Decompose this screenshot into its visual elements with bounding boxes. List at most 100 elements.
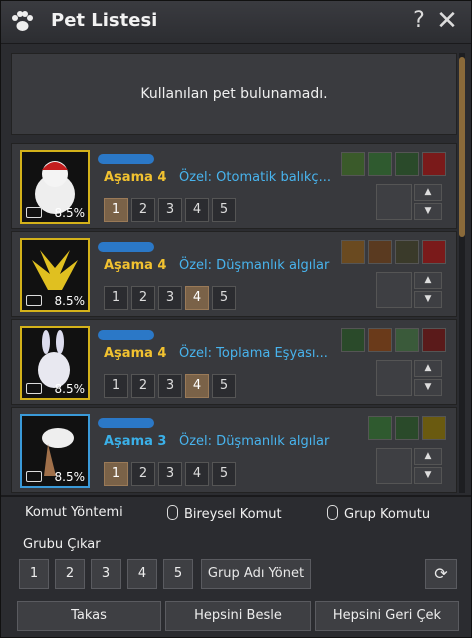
pet-special: Özel: Düşmanlık algılar	[179, 258, 330, 273]
slot-button[interactable]: 5	[212, 462, 236, 486]
refresh-button[interactable]: ⟳	[425, 559, 457, 589]
slot-button[interactable]: 4	[185, 374, 209, 398]
group-button[interactable]: 2	[55, 559, 85, 589]
slot-selector: 1 2 3 4 5	[104, 374, 236, 398]
divider	[1, 495, 471, 497]
move-up-button[interactable]: ▲	[414, 184, 442, 201]
herb-skill-icon[interactable]	[368, 152, 392, 176]
slot-button[interactable]: 2	[131, 198, 155, 222]
slot-button[interactable]: 4	[185, 462, 209, 486]
pet-portrait[interactable]: 8.5%	[20, 150, 90, 224]
title-bar: Pet Listesi ? ✕	[1, 1, 471, 44]
wheat-skill-icon[interactable]	[341, 240, 365, 264]
group-remove-label: Grubu Çıkar	[23, 537, 101, 552]
slot-selector: 1 2 3 4 5	[104, 286, 236, 310]
pet-special: Özel: Düşmanlık algılar	[179, 434, 330, 449]
move-up-button[interactable]: ▲	[414, 360, 442, 377]
skill-icons	[341, 328, 446, 352]
move-up-button[interactable]: ▲	[414, 272, 442, 289]
stamina-icon	[26, 207, 42, 218]
group-button[interactable]: 3	[91, 559, 121, 589]
order-arrows: ▲ ▼	[414, 360, 442, 398]
slot-button[interactable]: 2	[131, 374, 155, 398]
command-method-bar: Komut Yöntemi Bireysel Komut Grup Komutu	[1, 501, 471, 527]
pet-list-window: Pet Listesi ? ✕ Kullanılan pet bulunamad…	[0, 0, 472, 638]
command-button[interactable]	[376, 448, 412, 484]
pet-row[interactable]: 8.5% Aşama 4 Özel: Otomatik balıkç... 1 …	[11, 143, 457, 229]
herb-skill-icon[interactable]	[368, 416, 392, 440]
pet-name	[98, 154, 154, 164]
move-down-button[interactable]: ▼	[414, 379, 442, 396]
sickle-skill-icon[interactable]	[341, 328, 365, 352]
pickaxe-skill-icon[interactable]	[395, 240, 419, 264]
slot-button[interactable]: 4	[185, 198, 209, 222]
move-down-button[interactable]: ▼	[414, 467, 442, 484]
skill-icons	[368, 416, 446, 440]
move-down-button[interactable]: ▼	[414, 203, 442, 220]
individual-command-option[interactable]: Bireysel Komut	[167, 505, 282, 522]
active-pet-notice: Kullanılan pet bulunamadı.	[11, 53, 457, 135]
pickaxe-skill-icon[interactable]	[395, 416, 419, 440]
slot-button[interactable]: 5	[212, 286, 236, 310]
jar-skill-icon[interactable]	[368, 240, 392, 264]
stamina-icon	[26, 295, 42, 306]
trade-button[interactable]: Takas	[17, 601, 161, 631]
window-title: Pet Listesi	[51, 10, 158, 31]
pickaxe-skill-icon[interactable]	[395, 152, 419, 176]
scrollbar-thumb[interactable]	[459, 57, 465, 237]
pet-portrait[interactable]: 8.5%	[20, 238, 90, 312]
order-arrows: ▲ ▼	[414, 448, 442, 486]
group-button[interactable]: 5	[163, 559, 193, 589]
recall-all-button[interactable]: Hepsini Geri Çek	[315, 601, 459, 631]
pet-name	[98, 418, 154, 428]
command-button[interactable]	[376, 360, 412, 396]
axe-skill-icon[interactable]	[368, 328, 392, 352]
helmet-skill-icon[interactable]	[422, 416, 446, 440]
slot-button[interactable]: 5	[212, 374, 236, 398]
pet-percent: 8.5%	[54, 470, 86, 484]
pet-stage: Aşama 3	[104, 434, 167, 449]
group-command-option[interactable]: Grup Komutu	[327, 505, 430, 522]
command-button[interactable]	[376, 184, 412, 220]
slot-button[interactable]: 3	[158, 198, 182, 222]
slot-button[interactable]: 2	[131, 286, 155, 310]
pet-row[interactable]: 8.5% Aşama 4 Özel: Düşmanlık algılar 1 2…	[11, 231, 457, 317]
slot-button[interactable]: 4	[185, 286, 209, 310]
skill-icons	[341, 152, 446, 176]
feather-skill-icon[interactable]	[395, 328, 419, 352]
command-button[interactable]	[376, 272, 412, 308]
skill-icons	[341, 240, 446, 264]
stamina-icon	[26, 471, 42, 482]
slot-button[interactable]: 5	[212, 198, 236, 222]
fish-skill-icon[interactable]	[341, 152, 365, 176]
paw-icon	[12, 11, 33, 31]
move-down-button[interactable]: ▼	[414, 291, 442, 308]
notice-text: Kullanılan pet bulunamadı.	[140, 86, 328, 102]
move-up-button[interactable]: ▲	[414, 448, 442, 465]
slot-selector: 1 2 3 4 5	[104, 462, 236, 486]
group-button[interactable]: 4	[127, 559, 157, 589]
alert-skill-icon[interactable]	[422, 152, 446, 176]
slot-button[interactable]: 3	[158, 462, 182, 486]
slot-button[interactable]: 2	[131, 462, 155, 486]
group-name-manage-button[interactable]: Grup Adı Yönet	[201, 559, 311, 589]
slot-button[interactable]: 1	[104, 286, 128, 310]
pet-row[interactable]: 8.5% Aşama 3 Özel: Düşmanlık algılar 1 2…	[11, 407, 457, 493]
group-button[interactable]: 1	[19, 559, 49, 589]
pet-percent: 8.5%	[54, 206, 86, 220]
pet-row[interactable]: 8.5% Aşama 4 Özel: Toplama Eşyası... 1 2…	[11, 319, 457, 405]
slot-button[interactable]: 3	[158, 286, 182, 310]
slot-button[interactable]: 1	[104, 374, 128, 398]
slot-button[interactable]: 1	[104, 462, 128, 486]
help-button[interactable]: ?	[405, 7, 433, 35]
pet-name	[98, 242, 154, 252]
feed-all-button[interactable]: Hepsini Besle	[165, 601, 311, 631]
pet-portrait[interactable]: 8.5%	[20, 414, 90, 488]
slot-button[interactable]: 1	[104, 198, 128, 222]
command-method-label: Komut Yöntemi	[25, 505, 123, 520]
alert-skill-icon[interactable]	[422, 240, 446, 264]
slot-button[interactable]: 3	[158, 374, 182, 398]
pickaxe-skill-icon[interactable]	[422, 328, 446, 352]
close-button[interactable]: ✕	[433, 7, 461, 35]
pet-portrait[interactable]: 8.5%	[20, 326, 90, 400]
